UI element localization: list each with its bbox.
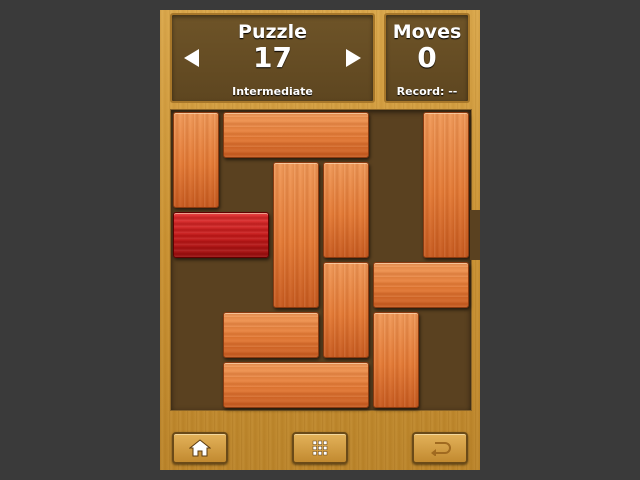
difficulty-label: Intermediate [232, 85, 313, 98]
moves-count: 0 [417, 41, 437, 74]
wood-block-b4[interactable] [273, 162, 319, 308]
grid-icon [312, 440, 328, 456]
wood-block-b1[interactable] [173, 112, 219, 208]
wood-block-b2[interactable] [223, 112, 369, 158]
puzzle-board [170, 109, 472, 411]
puzzle-number: 17 [253, 41, 292, 74]
home-icon [189, 439, 211, 457]
puzzle-panel: Puzzle 17 Intermediate [170, 13, 375, 103]
home-button[interactable] [172, 432, 228, 464]
red-target-block[interactable] [173, 212, 269, 258]
wood-block-b8[interactable] [223, 312, 319, 358]
puzzle-title: Puzzle [238, 21, 307, 43]
wood-block-b7[interactable] [373, 262, 469, 308]
wood-block-b10[interactable] [223, 362, 369, 408]
undo-icon [431, 442, 451, 456]
wood-block-b3[interactable] [423, 112, 469, 258]
moves-title: Moves [392, 21, 462, 43]
next-puzzle-arrow-icon[interactable] [346, 49, 361, 67]
game-frame: Puzzle 17 Intermediate Moves 0 Record: -… [160, 10, 480, 470]
wood-block-b6[interactable] [323, 262, 369, 358]
puzzle-grid-button[interactable] [292, 432, 348, 464]
board-exit [470, 210, 480, 260]
record-label: Record: -- [396, 85, 458, 98]
wood-block-b9[interactable] [373, 312, 419, 408]
moves-panel: Moves 0 Record: -- [384, 13, 470, 103]
wood-block-b5[interactable] [323, 162, 369, 258]
undo-button[interactable] [412, 432, 468, 464]
